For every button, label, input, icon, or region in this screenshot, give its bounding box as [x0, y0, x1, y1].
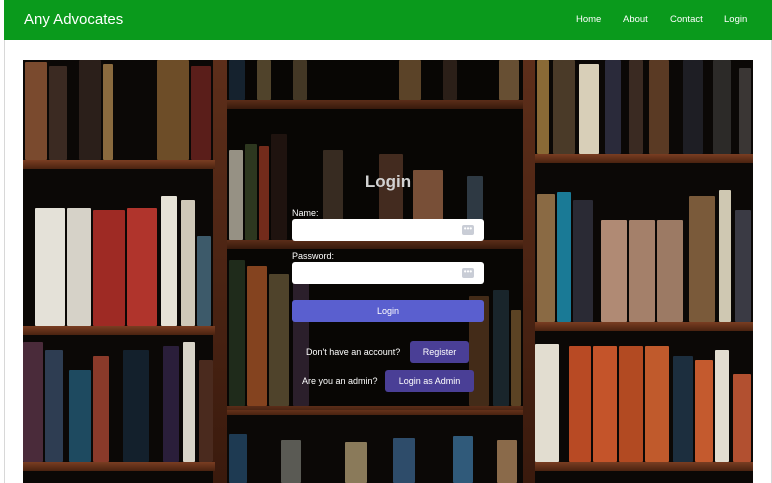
top-navbar: Any Advocates Home About Contact Login [4, 0, 772, 40]
password-label: Password: [292, 251, 335, 261]
admin-prompt: Are you an admin? [302, 376, 378, 386]
admin-login-button[interactable]: Login as Admin [385, 370, 474, 392]
password-manager-icon[interactable]: ••• [462, 268, 474, 278]
register-button[interactable]: Register [410, 341, 469, 363]
name-input[interactable]: ••• [292, 219, 484, 241]
register-prompt: Don't have an account? [306, 347, 401, 357]
password-input[interactable]: ••• [292, 262, 484, 284]
login-heading: Login [364, 172, 412, 191]
brand-title[interactable]: Any Advocates [24, 11, 123, 28]
nav-link-contact[interactable]: Contact [670, 14, 703, 25]
nav-link-about[interactable]: About [623, 14, 648, 25]
name-label: Name: [292, 208, 319, 218]
password-manager-icon[interactable]: ••• [462, 225, 474, 235]
nav-link-login[interactable]: Login [724, 14, 747, 25]
nav-link-home[interactable]: Home [576, 14, 601, 25]
login-submit-button[interactable]: Login [292, 300, 484, 322]
